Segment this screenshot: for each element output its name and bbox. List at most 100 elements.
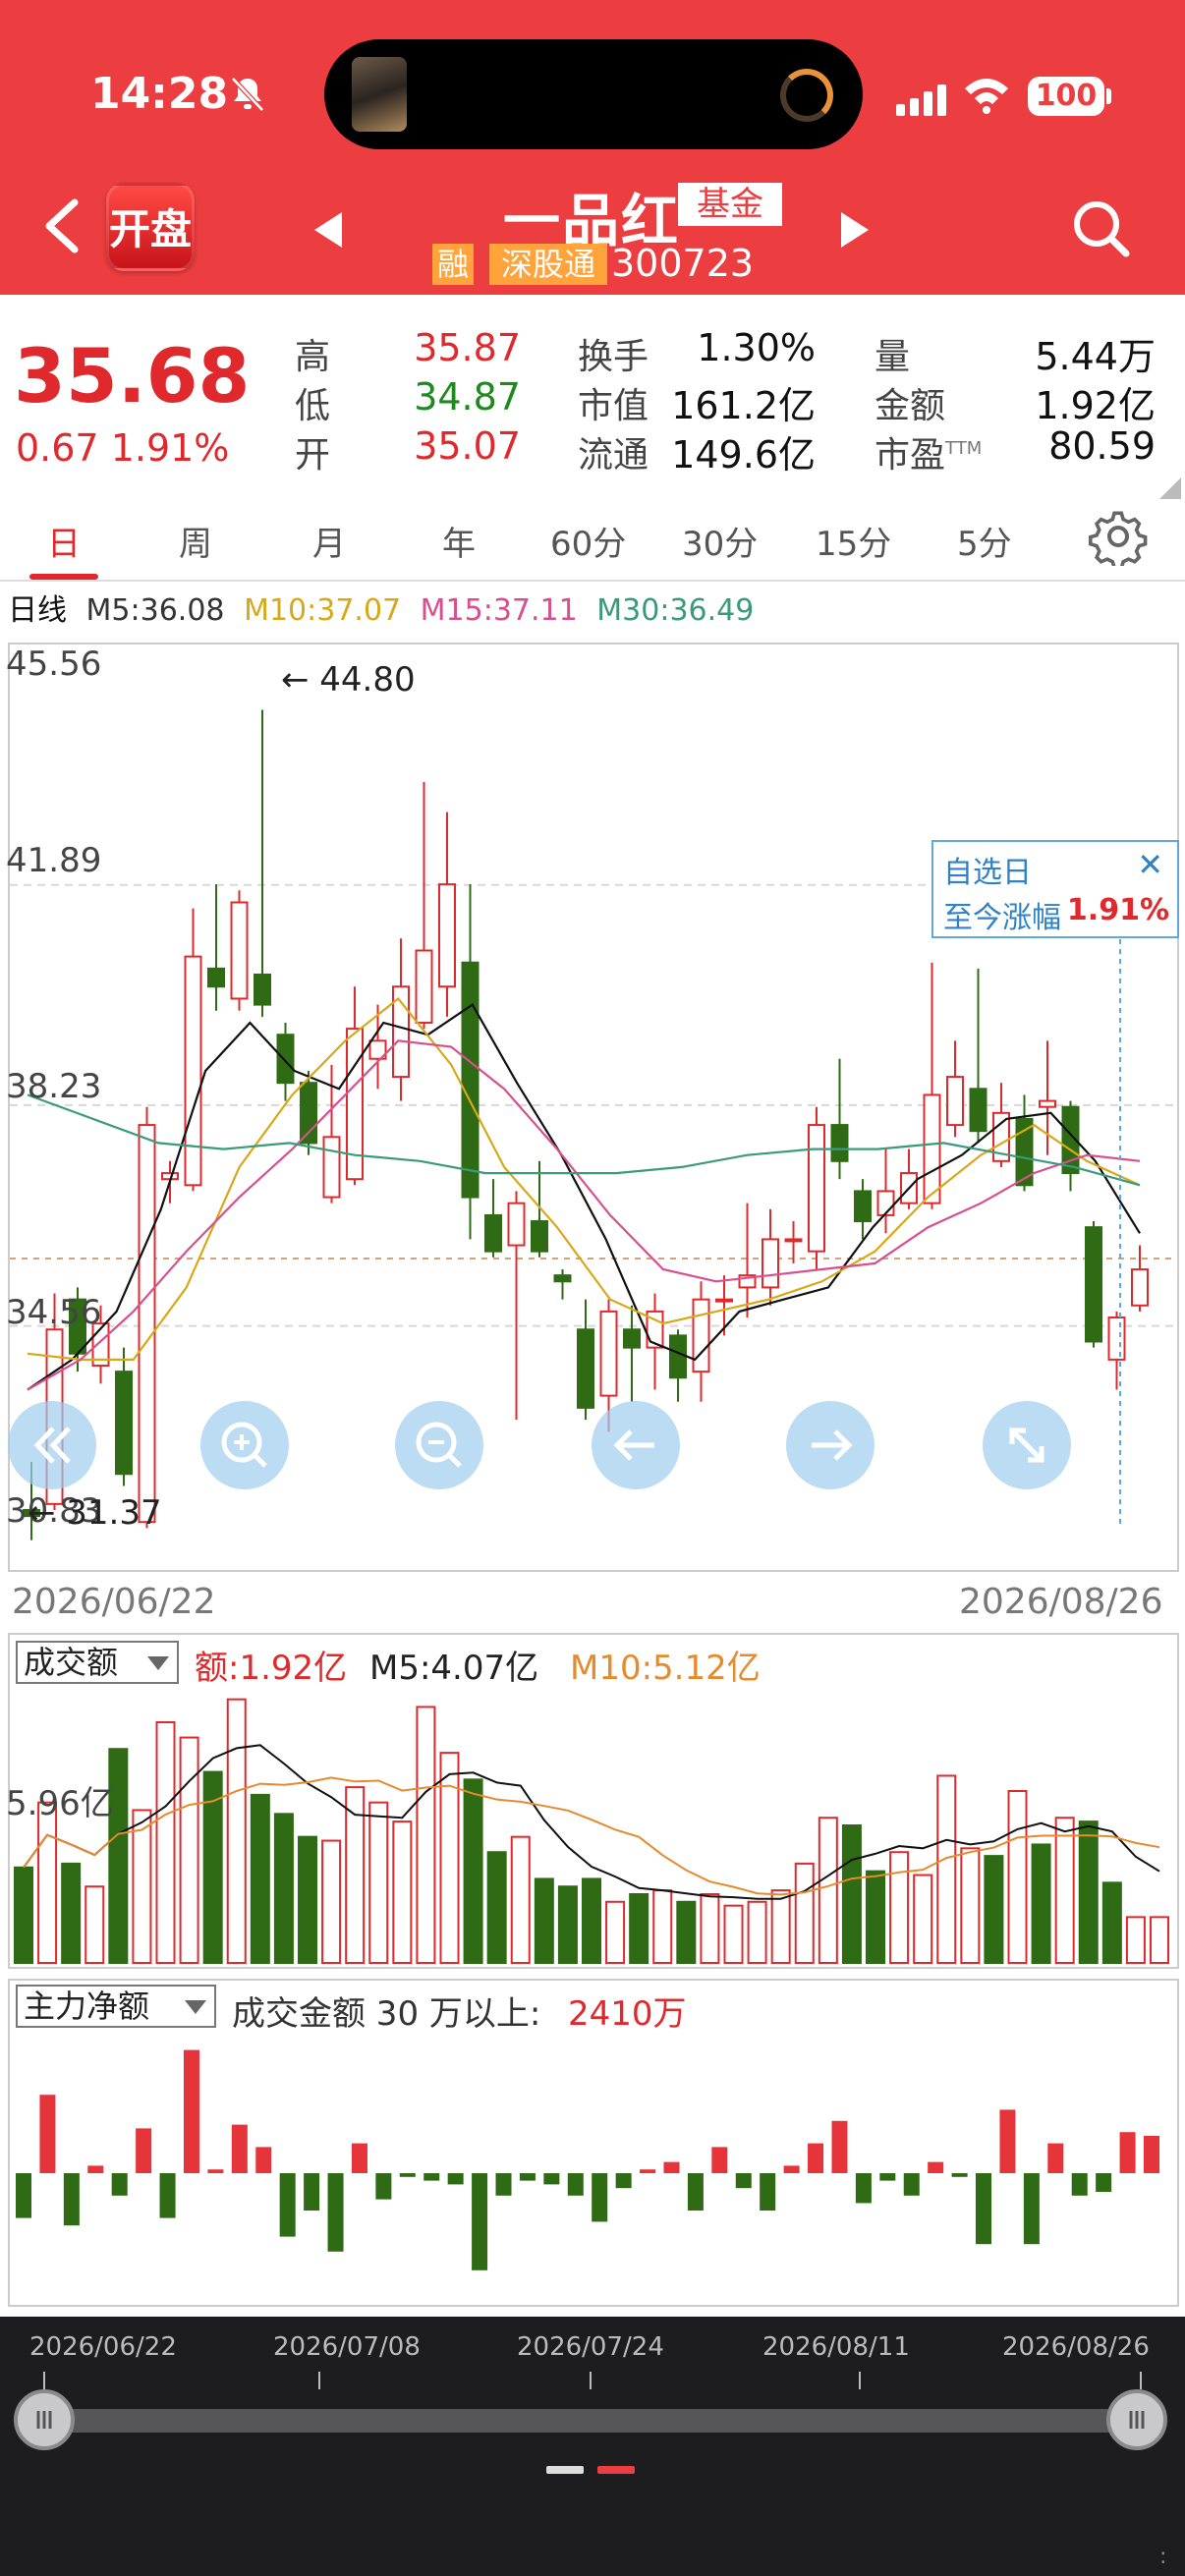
volume-bar [866,1870,885,1965]
timeline-date: 2026/07/24 [517,2332,664,2362]
money-flow-bar [159,2173,176,2218]
timeline-left-handle[interactable] [14,2389,75,2450]
market-cap-label: 市值 [578,386,649,426]
money-flow-bar [304,2173,320,2211]
volume-bar [37,1801,58,1964]
tab-60min[interactable]: 60分 [550,517,626,565]
money-flow-bar [1096,2173,1112,2192]
high-label: 高 [295,337,331,377]
candle-body [115,1371,133,1476]
pe-label-text: 市盈 [875,435,946,476]
expand-corner-icon[interactable] [1159,477,1181,499]
volume-bar [61,1862,82,1964]
flow-indicator-label: 主力净额 [24,1988,150,2025]
volume-indicator-label: 成交额 [24,1644,119,1681]
page-indicator-dot-active[interactable] [597,2466,635,2474]
timeline-tick [590,2372,592,2389]
volume-bar [936,1774,957,1964]
volume-bar [298,1835,317,1964]
high-value: 35.87 [414,326,521,369]
stock-code: 300723 [611,242,755,285]
scroll-left-button[interactable] [592,1401,680,1489]
previous-stock-icon[interactable] [310,210,346,250]
tab-5min[interactable]: 5分 [957,517,1012,565]
jump-start-button[interactable] [8,1401,96,1489]
money-flow-bar [1023,2173,1040,2245]
flow-indicator-select[interactable]: 主力净额 [16,1985,216,2028]
close-icon[interactable]: ✕ [1137,846,1163,883]
candle-body [184,955,202,1187]
popup-gain-value: 1.91% [1066,893,1169,927]
timeline-date: 2026/08/11 [762,2332,910,2362]
low-value: 34.87 [414,375,521,419]
now-playing-thumbnail [352,57,407,132]
money-flow-bar [519,2173,536,2181]
timeline-date: 2026/07/08 [273,2332,421,2362]
flow-value: 2410万 [568,1994,687,2034]
tab-30min[interactable]: 30分 [682,517,758,565]
ma15-value: M15:37.11 [420,593,578,628]
volume-bar [534,1877,554,1964]
candle-body [946,1076,964,1127]
expand-diagonal-icon [1009,1428,1044,1463]
zoom-in-button[interactable] [200,1401,289,1489]
money-flow-bar [663,2161,680,2173]
candle-body [692,1298,710,1373]
zoom-out-button[interactable] [395,1401,483,1489]
volume-bar [85,1885,105,1965]
cellular-signal-icon [896,84,946,116]
scroll-right-button[interactable] [786,1401,875,1489]
active-tab-indicator [29,574,98,580]
candle-body [553,1274,572,1283]
zoom-out-icon [416,1422,462,1468]
volume-bar [557,1885,578,1965]
volume-indicator-select[interactable]: 成交额 [16,1641,179,1684]
volume-bar [439,1752,460,1964]
money-flow-bar [687,2173,704,2211]
next-stock-icon[interactable] [837,210,873,250]
tab-15min[interactable]: 15分 [816,517,891,565]
money-flow-bar [976,2173,992,2245]
money-flow-bar [231,2124,248,2173]
volume-bar [179,1736,199,1964]
candle-body [808,1124,825,1253]
tab-month[interactable]: 月 [312,517,346,565]
timeline-right-handle[interactable] [1106,2389,1167,2450]
candle-body [461,961,480,1199]
popup-subtitle: 至今涨幅 [943,901,1061,935]
battery-indicator: 100 [1028,77,1104,116]
watchlist-gain-popup: 自选日 ✕ 至今涨幅 1.91% [931,840,1179,938]
money-flow-bar [783,2165,800,2173]
money-flow-bar [903,2173,920,2196]
fullscreen-button[interactable] [983,1401,1071,1489]
price-axis-label: 34.56 [6,1293,102,1332]
tab-year[interactable]: 年 [442,517,476,565]
shenzhen-connect-badge: 深股通 [489,244,607,285]
gear-icon[interactable] [1089,507,1148,566]
money-flow-bar [1071,2173,1088,2196]
volume-bar [652,1889,673,1964]
pe-suffix: TTM [945,438,983,459]
timeline-tick [318,2372,320,2389]
money-flow-bar [423,2173,440,2181]
timeline-track[interactable] [39,2409,1150,2433]
tab-day[interactable]: 日 [47,517,81,565]
dropdown-triangle-icon [185,2000,206,2014]
candle-body [599,1310,618,1397]
kaipan-logo[interactable]: 开盘 [106,183,195,271]
candle-body [669,1334,687,1379]
volume-bar [250,1793,270,1964]
candle-body [830,1124,849,1162]
float-cap-value: 149.6亿 [671,433,816,476]
tab-week[interactable]: 周 [179,517,212,565]
volume-bar [273,1813,294,1964]
search-icon[interactable] [1069,196,1132,259]
money-flow-bar [279,2173,296,2237]
volume-bar [510,1835,531,1964]
page-indicator-dot[interactable] [546,2466,584,2474]
amount-label: 金额 [875,386,946,426]
candle-body [969,1088,988,1133]
back-arrow-icon[interactable] [39,196,86,255]
ma10-value: M10:37.07 [244,593,402,628]
volume-bar [582,1877,601,1964]
